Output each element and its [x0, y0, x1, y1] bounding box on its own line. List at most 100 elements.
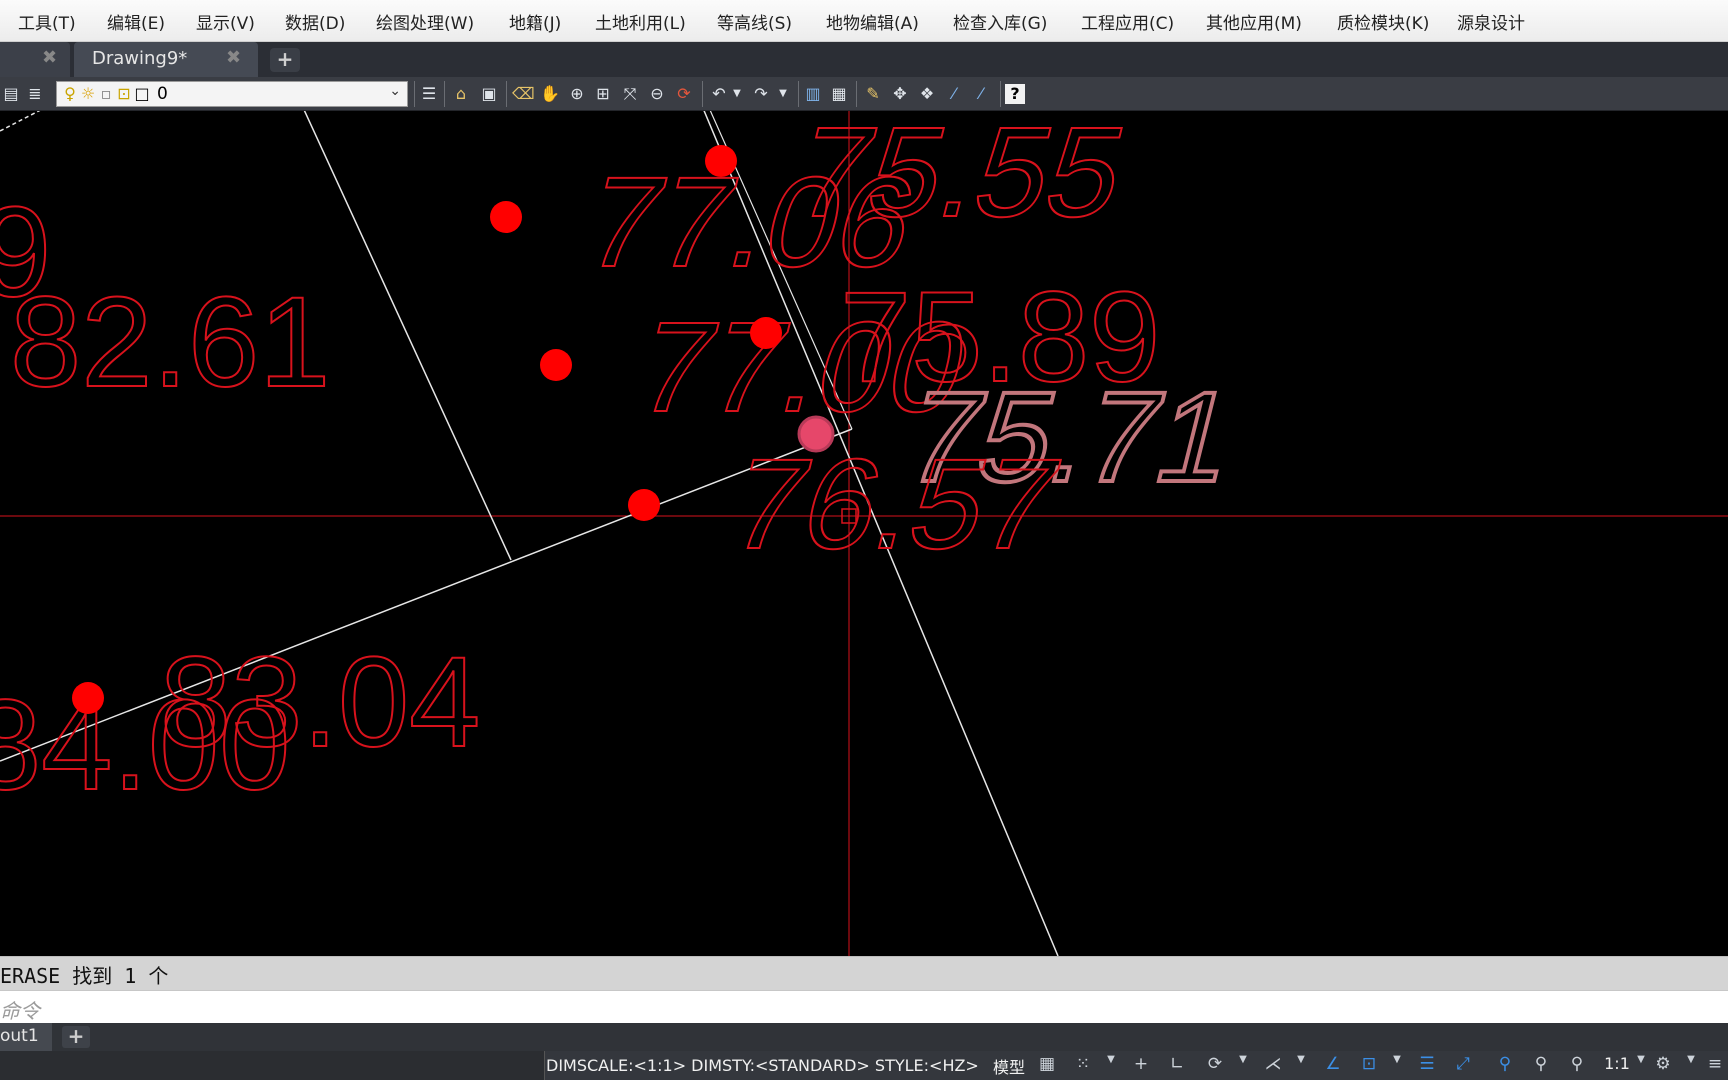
infer-constraints-icon[interactable]: +	[1130, 1054, 1152, 1074]
tab-layout1[interactable]: out1	[0, 1023, 52, 1051]
zoom-extents-icon[interactable]: ⤧	[619, 83, 641, 105]
chevron-down-icon[interactable]: ⌄	[389, 83, 401, 99]
redraw-icon[interactable]: ⟳	[673, 83, 695, 105]
snap-dropdown-icon[interactable]: ▼	[1100, 1054, 1122, 1065]
survey-point[interactable]	[540, 349, 572, 381]
redo-dropdown-icon[interactable]: ▼	[772, 83, 794, 105]
menu-check-storage[interactable]: 检查入库(G)	[953, 9, 1047, 34]
object-snap-icon[interactable]: ⊡	[1358, 1054, 1380, 1074]
annotation-visibility-icon[interactable]: ⚲	[1494, 1054, 1516, 1074]
help-icon[interactable]: ?	[1005, 84, 1025, 104]
menu-view[interactable]: 显示(V)	[196, 9, 255, 34]
menu-tools[interactable]: 工具(T)	[18, 9, 76, 34]
menu-bar: 工具(T) 编辑(E) 显示(V) 数据(D) 绘图处理(W) 地籍(J) 土地…	[0, 0, 1728, 42]
open-file-icon[interactable]: ⌂	[450, 83, 472, 105]
menu-edit[interactable]: 编辑(E)	[107, 9, 165, 34]
trim-icon[interactable]: ⁄	[943, 83, 965, 105]
command-line-input[interactable]: 命令	[0, 990, 1728, 1023]
zoom-realtime-icon[interactable]: ⊕	[566, 83, 588, 105]
elevation-label[interactable]: 76.57	[717, 431, 1075, 577]
menu-contour[interactable]: 等高线(S)	[717, 9, 792, 34]
model-space-button[interactable]: 模型	[990, 1054, 1028, 1078]
tab-drawing9[interactable]: Drawing9* ✖	[74, 42, 258, 77]
layer-name: 0	[157, 84, 168, 104]
menu-quality-check[interactable]: 质检模块(K)	[1337, 9, 1429, 34]
layout-tab-label: out1	[0, 1026, 39, 1046]
lineweight-icon[interactable]: ☰	[418, 83, 440, 105]
new-tab-button[interactable]: +	[270, 48, 300, 72]
survey-point[interactable]	[490, 201, 522, 233]
layer-color-icon: □	[134, 84, 150, 103]
survey-point[interactable]	[705, 145, 737, 177]
toolbar-divider	[444, 81, 445, 107]
boundary-line[interactable]	[0, 111, 58, 132]
osnap-dropdown-icon[interactable]: ▼	[1386, 1054, 1408, 1065]
elevation-label[interactable]: 84.00	[0, 673, 291, 818]
annotation-scale-icon[interactable]: ⚲	[1566, 1054, 1588, 1074]
elevation-label-partial[interactable]: 9	[0, 180, 52, 325]
object-snap-tracking-icon[interactable]: ∠	[1322, 1054, 1344, 1074]
toolbar-divider	[856, 81, 857, 107]
command-prompt: 命令	[0, 999, 40, 1023]
status-bar: DIMSCALE:<1:1> DIMSTY:<STANDARD> STYLE:<…	[0, 1051, 1728, 1080]
move-icon[interactable]: ✥	[889, 83, 911, 105]
undo-dropdown-icon[interactable]: ▼	[726, 83, 748, 105]
menu-feature-edit[interactable]: 地物编辑(A)	[826, 9, 919, 34]
command-history: ERASE 找到 1 个	[0, 956, 1728, 990]
menu-cadastre[interactable]: 地籍(J)	[509, 9, 561, 34]
layout-tab-bar: out1 +	[0, 1023, 1728, 1051]
snap-icon[interactable]: ⁙	[1072, 1054, 1094, 1074]
tab-previous-document[interactable]: ✖	[0, 42, 70, 77]
polar-dropdown-icon[interactable]: ▼	[1232, 1054, 1254, 1065]
layer-dropdown[interactable]: ♀ ☼ ▫ ⊡ □ 0 ⌄	[56, 81, 408, 107]
scale-dropdown-icon[interactable]: ▼	[1630, 1054, 1652, 1065]
menu-draw-processing[interactable]: 绘图处理(W)	[376, 9, 474, 34]
document-tab-bar: ✖ Drawing9* ✖ +	[0, 42, 1728, 77]
annotation-autoscale-icon[interactable]: ⚲	[1530, 1054, 1552, 1074]
save-icon[interactable]: ▣	[478, 83, 500, 105]
properties-icon[interactable]: ▥	[802, 83, 824, 105]
eraser-icon[interactable]: ⌫	[512, 83, 535, 105]
menu-land-use[interactable]: 土地利用(L)	[595, 9, 686, 34]
menu-other-apps[interactable]: 其他应用(M)	[1206, 9, 1302, 34]
lineweight-display-icon[interactable]: ☰	[1416, 1054, 1438, 1074]
survey-point[interactable]	[750, 317, 782, 349]
workspace-dropdown-icon[interactable]: ▼	[1680, 1054, 1702, 1065]
drawing-svg[interactable]: 75.55 77.06 82.61 9 77.00 75.89 75.71 76…	[0, 111, 1728, 956]
survey-point[interactable]	[72, 682, 104, 714]
close-icon[interactable]: ✖	[226, 47, 241, 68]
layer-manager-icon[interactable]: ▤	[0, 83, 22, 105]
customization-icon[interactable]: ≡	[1704, 1054, 1726, 1074]
menu-engineering[interactable]: 工程应用(C)	[1081, 9, 1174, 34]
grid-icon[interactable]: ▦	[1036, 1054, 1058, 1074]
boundary-line[interactable]	[300, 111, 512, 561]
add-layout-button[interactable]: +	[62, 1026, 90, 1048]
toolbar-divider	[506, 81, 507, 107]
polar-tracking-icon[interactable]: ⟳	[1204, 1054, 1226, 1074]
tab-label: Drawing9*	[92, 48, 188, 69]
copy-objects-icon[interactable]: ❖	[916, 83, 938, 105]
status-text: DIMSCALE:<1:1> DIMSTY:<STANDARD> STYLE:<…	[546, 1056, 979, 1075]
drawing-canvas[interactable]: 75.55 77.06 82.61 9 77.00 75.89 75.71 76…	[0, 111, 1728, 956]
ortho-icon[interactable]: ∟	[1166, 1054, 1188, 1074]
redo-icon[interactable]: ↷	[750, 83, 772, 105]
zoom-window-icon[interactable]: ⊞	[592, 83, 614, 105]
survey-point-selected[interactable]	[797, 415, 835, 453]
layer-state-icon[interactable]: ≣	[24, 83, 46, 105]
design-center-icon[interactable]: ▦	[828, 83, 850, 105]
annotation-scale-value[interactable]: 1:1	[1600, 1054, 1634, 1073]
elevation-label[interactable]: 82.61	[9, 270, 331, 415]
isodraft-icon[interactable]: ⋌	[1262, 1054, 1284, 1074]
isodraft-dropdown-icon[interactable]: ▼	[1290, 1054, 1312, 1065]
close-icon[interactable]: ✖	[42, 47, 57, 68]
zoom-previous-icon[interactable]: ⊖	[646, 83, 668, 105]
survey-point[interactable]	[628, 489, 660, 521]
dynamic-ucs-icon[interactable]: ⤢	[1452, 1054, 1474, 1074]
extend-icon[interactable]: ⁄	[970, 83, 992, 105]
gear-icon[interactable]: ⚙	[1652, 1054, 1674, 1074]
pan-hand-icon[interactable]: ✋	[539, 83, 561, 105]
toolbar: ▤ ≣ ♀ ☼ ▫ ⊡ □ 0 ⌄ ☰ ⌂ ▣ ⌫ ✋ ⊕ ⊞ ⤧ ⊖ ⟳ ↶ …	[0, 77, 1728, 111]
menu-yuanquan-design[interactable]: 源泉设计	[1457, 9, 1525, 34]
match-properties-icon[interactable]: ✎	[862, 83, 884, 105]
menu-data[interactable]: 数据(D)	[285, 9, 345, 34]
